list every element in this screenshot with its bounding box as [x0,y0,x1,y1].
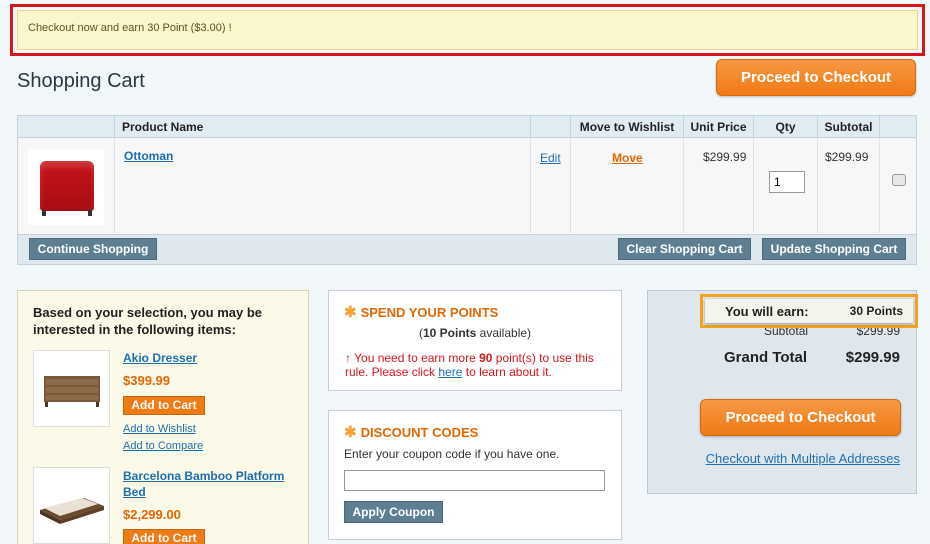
spend-points-block: ✱ SPEND YOUR POINTS (10 Points available)… [328,290,622,391]
points-available: (10 Points available) [418,326,532,340]
akio-dresser-link[interactable]: Akio Dresser [123,350,293,366]
akio-add-to-compare-link[interactable]: Add to Compare [123,440,203,452]
coupon-label: Enter your coupon code if you have one. [344,447,560,461]
th-subtotal: Subtotal [818,116,880,138]
crosssell-block: Based on your selection, you may be inte… [17,290,309,544]
th-edit [531,116,571,138]
asterisk-icon: ✱ [344,424,357,441]
barcelona-bed-link[interactable]: Barcelona Bamboo Platform Bed [123,468,293,500]
page-title: Shopping Cart [17,70,145,92]
apply-coupon-button[interactable]: Apply Coupon [344,501,443,523]
update-shopping-cart-button[interactable]: Update Shopping Cart [762,238,906,260]
ottoman-shape [40,161,94,211]
learn-more-link[interactable]: here [438,365,462,379]
cart-table-header: Product Name Move to Wishlist Unit Price… [18,116,916,138]
crosssell-heading: Based on your selection, you may be inte… [33,305,263,337]
proceed-to-checkout-button-top[interactable]: Proceed to Checkout [716,59,916,96]
asterisk-icon: ✱ [344,304,357,321]
th-remove [880,116,916,138]
earn-value: 30 Points [849,304,903,318]
discount-codes-block: ✱ DISCOUNT CODES Enter your coupon code i… [328,410,622,540]
akio-add-to-cart-button[interactable]: Add to Cart [123,396,205,415]
proceed-to-checkout-button-bottom[interactable]: Proceed to Checkout [700,399,901,436]
akio-dresser-image[interactable] [33,350,110,427]
barcelona-bed-image[interactable] [33,467,110,544]
qty-input[interactable] [769,171,805,193]
th-unit-price: Unit Price [684,116,754,138]
ottoman-product-image[interactable] [28,149,104,225]
clear-shopping-cart-button[interactable]: Clear Shopping Cart [618,238,751,260]
discount-codes-title: ✱ DISCOUNT CODES [344,424,479,441]
unit-price: $299.99 [703,150,747,164]
continue-shopping-button[interactable]: Continue Shopping [29,238,157,260]
move-to-wishlist-link[interactable]: Move [612,151,643,165]
th-qty: Qty [754,116,818,138]
up-arrow-icon: ↑ [345,351,351,365]
earn-points-highlight: You will earn: 30 Points [700,294,918,328]
th-move-to-wishlist: Move to Wishlist [571,116,684,138]
akio-add-to-wishlist-link[interactable]: Add to Wishlist [123,423,196,435]
barcelona-bed-price: $2,299.00 [123,507,181,522]
ottoman-leg [88,210,92,216]
cart-totals-block: $299.99 Subtotal You will earn: 30 Point… [647,290,918,494]
cart-table: Product Name Move to Wishlist Unit Price… [17,115,917,265]
notice-highlight: Checkout now and earn 30 Point ($3.00) ! [10,4,925,56]
coupon-code-input[interactable] [344,470,605,491]
ottoman-leg [42,210,46,216]
notice-text: Checkout now and earn 30 Point ($3.00) ! [28,22,232,34]
item-subtotal: $299.99 [825,150,869,164]
product-name-link[interactable]: Ottoman [124,149,173,163]
points-requirement-message: ↑ You need to earn more 90 point(s) to u… [345,351,594,379]
earn-points-notice: Checkout now and earn 30 Point ($3.00) ! [17,10,918,50]
grand-total-label: Grand Total [724,349,808,366]
earn-points-row: You will earn: 30 Points [705,299,913,323]
cart-item-row: Ottoman Edit Move $299.99 $299.99 [18,139,916,234]
edit-item-link[interactable]: Edit [540,151,561,165]
th-image [18,116,115,138]
akio-dresser-price: $399.99 [123,373,170,388]
cart-table-footer: Continue Shopping Clear Shopping Cart Up… [18,234,916,264]
grand-total-value: $299.99 [845,349,900,366]
remove-item-icon[interactable] [892,174,906,186]
checkout-multiple-addresses-link[interactable]: Checkout with Multiple Addresses [706,451,900,466]
barcelona-add-to-cart-button[interactable]: Add to Cart [123,529,205,544]
spend-points-title: ✱ SPEND YOUR POINTS [344,304,499,321]
th-product-name: Product Name [115,116,531,138]
earn-label: You will earn: [725,304,809,319]
